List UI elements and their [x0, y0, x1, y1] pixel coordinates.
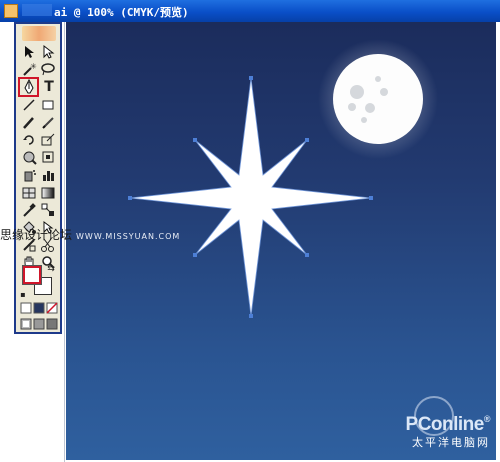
eyedropper-tool-icon[interactable]: [21, 202, 37, 218]
selection-tool-icon[interactable]: [21, 44, 37, 60]
direct-selection-tool-icon[interactable]: [40, 44, 56, 60]
type-tool-icon[interactable]: T: [41, 79, 57, 95]
none-mode-button[interactable]: [46, 302, 58, 314]
title-bar: ai @ 100% (CMYK/预览): [0, 0, 500, 22]
rectangle-tool-icon[interactable]: [40, 97, 56, 113]
pconline-watermark: PConline® 太平洋电脑网: [406, 396, 491, 450]
gradient-mode-button[interactable]: [33, 302, 45, 314]
fill-color-swatch[interactable]: [22, 265, 42, 285]
paintbrush-tool-icon[interactable]: [21, 114, 37, 130]
swap-colors-icon[interactable]: ⇆: [46, 264, 56, 274]
default-colors-icon[interactable]: ▪: [18, 290, 28, 300]
column-graph-tool-icon[interactable]: [40, 167, 56, 183]
scale-tool-icon[interactable]: [40, 132, 56, 148]
blend-tool-icon[interactable]: [40, 202, 56, 218]
missyuan-url: WWW.MISSYUAN.COM: [76, 232, 181, 241]
pconline-brand-cn: 太平洋电脑网: [412, 436, 490, 449]
full-screen-menu-mode-button[interactable]: [33, 318, 45, 330]
pconline-registered: ®: [483, 414, 491, 424]
app-icon: [4, 4, 18, 18]
tools-panel: ✳ T ⇆ ▪: [14, 22, 62, 334]
missyuan-watermark: 思缘设计论坛 WWW.MISSYUAN.COM: [0, 226, 180, 243]
color-mode-button[interactable]: [20, 302, 32, 314]
full-screen-mode-button[interactable]: [46, 318, 58, 330]
document-title: ai @ 100% (CMYK/预览): [54, 6, 189, 19]
title-obscured: [22, 4, 52, 16]
svg-text:✳: ✳: [30, 62, 37, 71]
missyuan-cn: 思缘设计论坛: [0, 228, 73, 242]
moon: [333, 54, 423, 144]
mesh-tool-icon[interactable]: [21, 185, 37, 201]
warp-tool-icon[interactable]: [21, 149, 37, 165]
pconline-ring: [414, 396, 454, 436]
pen-tool-icon[interactable]: [21, 79, 37, 95]
lasso-tool-icon[interactable]: [40, 61, 56, 77]
pencil-tool-icon[interactable]: [40, 114, 56, 130]
symbol-sprayer-tool-icon[interactable]: [21, 167, 37, 183]
rotate-tool-icon[interactable]: [21, 132, 37, 148]
illustrator-logo: [22, 26, 56, 41]
line-tool-icon[interactable]: [21, 97, 37, 113]
gradient-tool-icon[interactable]: [40, 185, 56, 201]
free-transform-tool-icon[interactable]: [40, 149, 56, 165]
magic-wand-tool-icon[interactable]: ✳: [21, 61, 37, 77]
standard-screen-mode-button[interactable]: [20, 318, 32, 330]
